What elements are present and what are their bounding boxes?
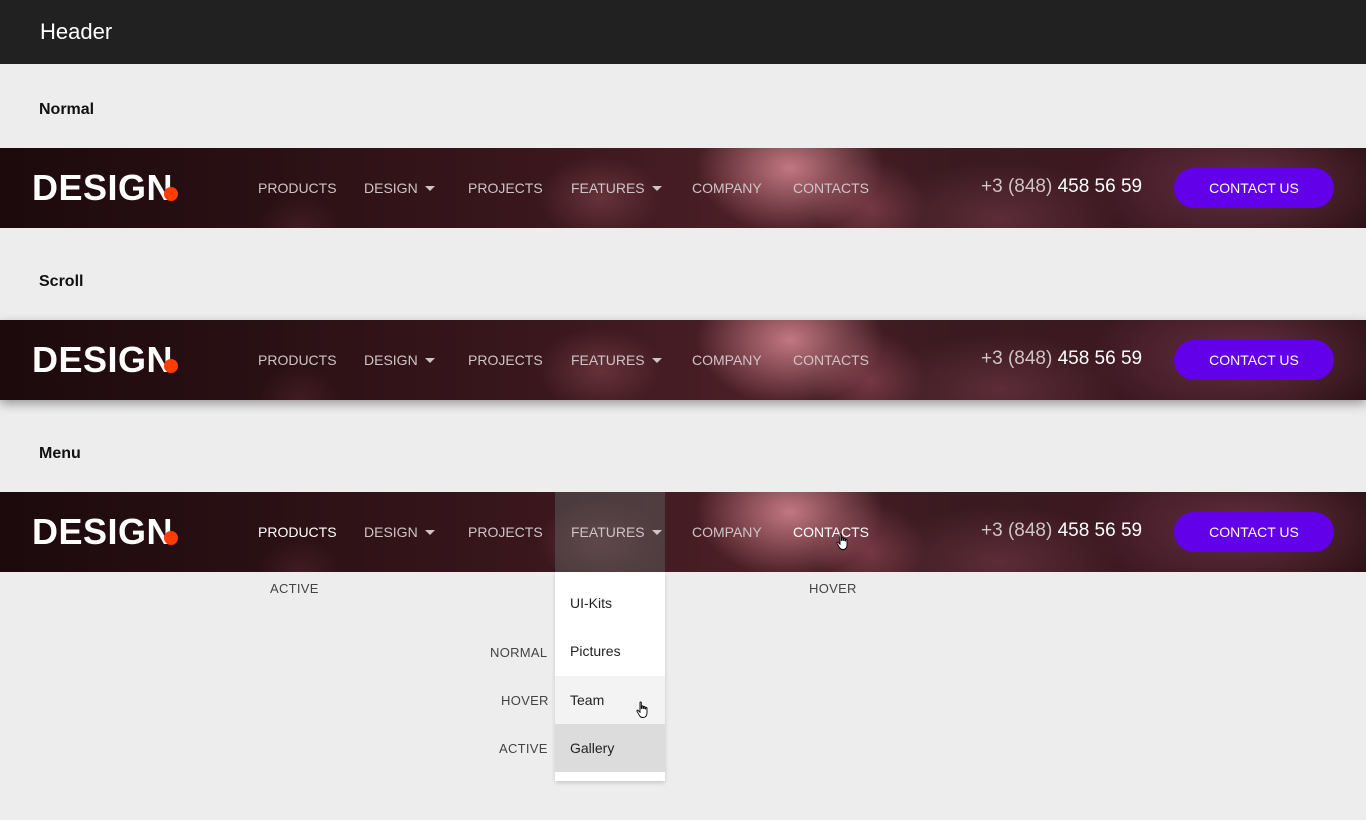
caret-down-icon (651, 185, 662, 191)
dropdown-item-gallery[interactable]: Gallery (555, 724, 665, 772)
nav-item-label: DESIGN (364, 180, 418, 196)
contact-us-button[interactable]: CONTACT US (1174, 340, 1334, 380)
hand-cursor-icon (836, 533, 848, 550)
nav-item-design[interactable]: DESIGN (364, 492, 435, 572)
caret-down-icon (651, 529, 662, 535)
caret-down-icon (651, 357, 662, 363)
contact-us-button[interactable]: CONTACT US (1174, 512, 1334, 552)
phone-digits: 458 56 59 (1057, 176, 1143, 197)
nav-item-features[interactable]: FEATURES (571, 148, 662, 228)
nav-item-features[interactable]: FEATURES (571, 320, 662, 400)
nav-item-design[interactable]: DESIGN (364, 320, 435, 400)
phone-code: +3 (848) (981, 348, 1053, 369)
nav-item-label: DESIGN (364, 524, 418, 540)
nav-item-contacts[interactable]: CONTACTS (793, 492, 869, 572)
state-label-hover: HOVER (501, 693, 549, 708)
navbar-normal: DESIGN PRODUCTS DESIGN PROJECTS FEATURES… (0, 148, 1366, 228)
nav-item-projects[interactable]: PROJECTS (468, 320, 543, 400)
caret-down-icon (424, 185, 435, 191)
section-label-scroll: Scroll (39, 273, 84, 290)
phone-code: +3 (848) (981, 176, 1053, 197)
nav-item-features[interactable]: FEATURES (571, 492, 662, 572)
phone-digits: 458 56 59 (1057, 520, 1143, 541)
nav-item-projects[interactable]: PROJECTS (468, 148, 543, 228)
caret-down-icon (424, 529, 435, 535)
nav-item-products[interactable]: PRODUCTS (258, 320, 337, 400)
state-label-hover: HOVER (809, 581, 857, 596)
caret-down-icon (424, 357, 435, 363)
features-dropdown-menu: UI-Kits Pictures Team Gallery (555, 572, 665, 781)
phone-digits: 458 56 59 (1057, 348, 1143, 369)
dropdown-item-ui-kits[interactable]: UI-Kits (555, 579, 665, 627)
logo-dot (164, 187, 178, 201)
nav-item-company[interactable]: COMPANY (692, 492, 762, 572)
logo[interactable]: DESIGN (32, 341, 173, 379)
navbar-menu: DESIGN PRODUCTS DESIGN PROJECTS FEATURES… (0, 492, 1366, 572)
hand-cursor-icon (636, 701, 648, 718)
logo-dot (164, 359, 178, 373)
nav-item-products[interactable]: PRODUCTS (258, 492, 337, 572)
nav-item-label: FEATURES (571, 352, 645, 368)
phone-number[interactable]: +3 (848) 458 56 59 (981, 320, 1142, 400)
nav-item-company[interactable]: COMPANY (692, 320, 762, 400)
navbar-scroll: DESIGN PRODUCTS DESIGN PROJECTS FEATURES… (0, 320, 1366, 400)
nav-item-contacts[interactable]: CONTACTS (793, 320, 869, 400)
logo[interactable]: DESIGN (32, 513, 173, 551)
page-title: Header (40, 19, 113, 44)
state-label-active: ACTIVE (270, 581, 319, 596)
section-label-menu: Menu (39, 445, 81, 462)
nav-item-contacts[interactable]: CONTACTS (793, 148, 869, 228)
logo-dot (164, 531, 178, 545)
nav-item-products[interactable]: PRODUCTS (258, 148, 337, 228)
page-header: Header (0, 0, 1366, 64)
phone-code: +3 (848) (981, 520, 1053, 541)
state-label-active: ACTIVE (499, 741, 548, 756)
phone-number[interactable]: +3 (848) 458 56 59 (981, 148, 1142, 228)
logo[interactable]: DESIGN (32, 169, 173, 207)
nav-item-label: DESIGN (364, 352, 418, 368)
nav-item-projects[interactable]: PROJECTS (468, 492, 543, 572)
contact-us-button[interactable]: CONTACT US (1174, 168, 1334, 208)
section-label-normal: Normal (39, 101, 95, 118)
state-label-normal: NORMAL (490, 645, 548, 660)
phone-number[interactable]: +3 (848) 458 56 59 (981, 492, 1142, 572)
nav-item-design[interactable]: DESIGN (364, 148, 435, 228)
nav-item-company[interactable]: COMPANY (692, 148, 762, 228)
nav-item-label: FEATURES (571, 524, 645, 540)
dropdown-item-pictures[interactable]: Pictures (555, 627, 665, 675)
nav-item-label: FEATURES (571, 180, 645, 196)
